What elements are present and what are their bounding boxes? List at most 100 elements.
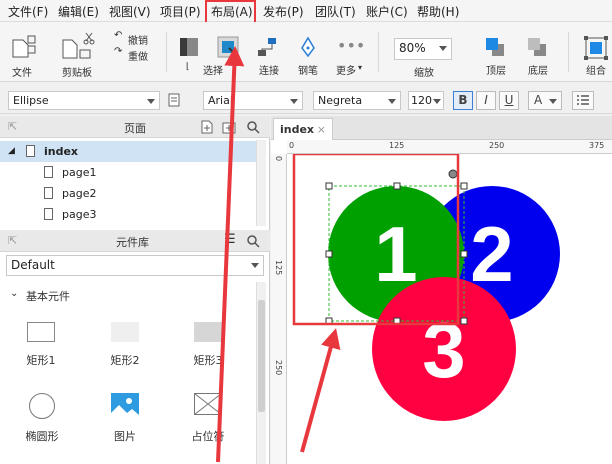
font-weight-select[interactable]: Negreta (313, 91, 401, 110)
pen-icon[interactable] (298, 36, 318, 58)
canvas-area: index × 0 125 250 375 0 125 250 2 1 3 (271, 116, 612, 464)
list-item[interactable]: page2 (0, 183, 256, 204)
send-to-back-label: 底层 (528, 66, 548, 77)
redo-label[interactable]: 重做 (128, 48, 148, 63)
underline-button[interactable]: U (499, 91, 519, 110)
image-widget-icon[interactable] (111, 393, 139, 419)
toolbar-separator (568, 32, 569, 72)
page-label: page2 (62, 187, 97, 200)
send-to-back-icon[interactable] (526, 36, 548, 58)
style-icon[interactable] (168, 93, 182, 107)
scroll-thumb[interactable] (258, 300, 265, 412)
chevron-down-icon (388, 99, 396, 104)
page-icon (26, 145, 35, 157)
undo-label[interactable]: 撤销 (128, 32, 148, 47)
select-intersected-icon[interactable] (178, 36, 200, 58)
more-caret-icon[interactable]: ▾ (358, 63, 362, 72)
horizontal-ruler: 0 125 250 375 (287, 140, 612, 154)
file-label: 文件 (12, 68, 32, 79)
canvas-surface[interactable]: 2 1 3 (287, 154, 612, 464)
bold-button[interactable]: B (453, 91, 473, 110)
library-panel-header: ⇱ 元件库 ☰ (0, 230, 270, 252)
add-page-icon[interactable] (200, 120, 214, 134)
zoom-value: 80% (399, 41, 426, 55)
page-root-label: index (44, 145, 79, 158)
tab-bar: index × (271, 116, 612, 140)
font-size-select[interactable]: 120 (408, 91, 444, 110)
menu-team[interactable]: 团队(T) (315, 3, 356, 20)
font-select[interactable]: Arial (203, 91, 303, 110)
pages-panel-header: ⇱ 页面 (0, 116, 270, 138)
menu-account[interactable]: 账户(C) (366, 3, 408, 20)
widget-label: 矩形3 (193, 354, 223, 367)
list-item[interactable]: page1 (0, 162, 256, 183)
file-icon[interactable] (10, 34, 36, 58)
circle-2-label: 2 (470, 210, 513, 298)
chevron-down-icon (439, 46, 447, 51)
menu-file[interactable]: 文件(F) (8, 3, 48, 20)
group-icon[interactable] (584, 36, 608, 60)
widget-label: 图片 (114, 430, 136, 443)
chevron-down-icon (251, 263, 259, 268)
menu-edit[interactable]: 编辑(E) (58, 3, 99, 20)
tab-index[interactable]: index × (273, 118, 333, 140)
italic-button[interactable]: I (476, 91, 496, 110)
select-contained-icon[interactable] (217, 36, 239, 58)
search-icon[interactable] (246, 234, 260, 248)
list-item[interactable]: page3 (0, 204, 256, 225)
collapse-icon[interactable]: ⇱ (8, 234, 17, 247)
library-scrollbar[interactable] (256, 282, 266, 464)
tab-label: index (280, 123, 315, 136)
connect-label: 连接 (259, 66, 279, 77)
undo-icon[interactable]: ↶ (114, 30, 122, 41)
circle-3-shape[interactable]: 3 (372, 277, 516, 421)
select-bracket-right: ⌋ (232, 62, 236, 72)
shape-select[interactable]: Ellipse (8, 91, 160, 110)
left-panel: ⇱ 页面 ◢ index page1 page2 page3 ⇱ 元件库 ☰ D… (0, 116, 270, 464)
list-icon (577, 95, 589, 105)
page-tree-root[interactable]: ◢ index (0, 141, 256, 162)
more-icon[interactable]: ••• (337, 36, 365, 55)
rectangle3-widget[interactable] (194, 322, 222, 342)
rotation-handle[interactable] (448, 169, 458, 179)
bullet-list-button[interactable] (572, 91, 594, 110)
chevron-down-icon[interactable]: ⌄ (10, 288, 18, 299)
menu-view[interactable]: 视图(V) (109, 3, 151, 20)
widget-label: 矩形2 (110, 354, 140, 367)
close-icon[interactable]: × (317, 123, 326, 136)
ruler-label: 0 (274, 156, 283, 162)
search-icon[interactable] (246, 120, 260, 134)
zoom-label: 缩放 (414, 68, 434, 79)
font-color-button[interactable]: A (528, 91, 562, 110)
clipboard-icon[interactable] (60, 30, 100, 60)
add-folder-icon[interactable] (222, 120, 236, 134)
ruler-label: 250 (489, 141, 505, 150)
placeholder-widget-icon[interactable] (194, 393, 222, 415)
pages-panel-title: 页面 (124, 122, 146, 135)
bring-to-front-icon[interactable] (484, 36, 506, 58)
collapse-icon[interactable]: ⇱ (8, 120, 17, 133)
select-bracket-left: ⌊ (186, 62, 190, 72)
expand-arrow-icon[interactable]: ◢ (8, 141, 15, 162)
font-value: Arial (208, 94, 233, 107)
library-panel-title: 元件库 (116, 236, 149, 249)
rectangle2-widget[interactable] (111, 322, 139, 342)
rectangle1-widget[interactable] (27, 322, 55, 342)
menu-project[interactable]: 项目(P) (160, 3, 201, 20)
menu-help[interactable]: 帮助(H) (417, 3, 459, 20)
chevron-down-icon (433, 99, 441, 104)
page-label: page1 (62, 166, 97, 179)
menu-publish[interactable]: 发布(P) (263, 3, 304, 20)
redo-icon[interactable]: ↷ (114, 46, 122, 57)
toolbar: 文件 剪贴板 ↶ 撤销 ↷ 重做 ⌊ 选择 ⌋ 连接 钢笔 ••• 更多 ▾ 8… (0, 22, 612, 82)
library-select[interactable]: Default (6, 255, 264, 276)
menu-icon[interactable]: ☰ (224, 232, 236, 247)
page-icon (44, 208, 53, 220)
more-label[interactable]: 更多 (336, 62, 356, 77)
font-weight-value: Negreta (318, 94, 363, 107)
ellipse-widget[interactable] (29, 393, 55, 419)
connect-icon[interactable] (256, 36, 278, 58)
zoom-select[interactable]: 80% (394, 38, 452, 60)
pages-scrollbar[interactable] (256, 140, 266, 226)
widget-label: 矩形1 (26, 354, 56, 367)
